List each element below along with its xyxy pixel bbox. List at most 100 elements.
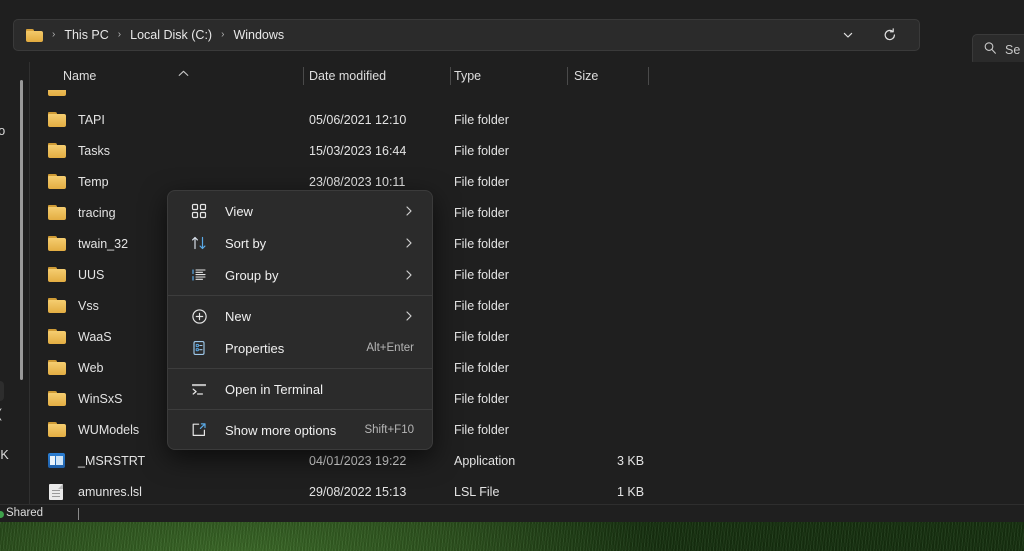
folder-icon xyxy=(48,174,67,190)
cell-type: File folder xyxy=(454,361,509,375)
cell-name: tracing xyxy=(78,206,116,220)
menu-item-shortcut: Shift+F10 xyxy=(364,424,414,436)
column-header-date-modified[interactable]: Date modified xyxy=(309,69,386,83)
table-row[interactable]: _MSRSTRT 04/01/2023 19:22 Application 3 … xyxy=(30,446,1024,477)
chevron-down-icon[interactable] xyxy=(833,20,863,50)
cell-name: Web xyxy=(78,361,103,375)
table-row[interactable]: amunres.lsl 29/08/2022 15:13 LSL File 1 … xyxy=(30,477,1024,504)
column-header-name[interactable]: Name xyxy=(63,69,96,83)
cell-name: TAPI xyxy=(78,113,105,127)
menu-item-show-more-options[interactable]: Show more options Shift+F10 xyxy=(172,414,428,446)
cell-date: 29/08/2022 15:13 xyxy=(309,485,406,499)
chevron-right-icon xyxy=(404,237,414,249)
refresh-icon[interactable] xyxy=(875,20,905,50)
nav-item-fragment-paren[interactable]: ) ( xyxy=(0,407,2,421)
status-text: Shared xyxy=(6,507,43,519)
cell-size: 3 KB xyxy=(617,454,644,468)
cell-type: File folder xyxy=(454,175,509,189)
cell-type: File folder xyxy=(454,423,509,437)
cell-type: File folder xyxy=(454,299,509,313)
cell-date: 15/03/2023 16:44 xyxy=(309,144,406,158)
folder-icon xyxy=(48,90,67,97)
chevron-right-icon xyxy=(404,269,414,281)
cell-name: _MSRSTRT xyxy=(78,454,145,468)
folder-icon xyxy=(48,360,67,376)
folder-icon xyxy=(48,391,67,407)
column-divider[interactable] xyxy=(567,67,568,85)
menu-item-open-in-terminal[interactable]: Open in Terminal xyxy=(172,373,428,405)
menu-separator xyxy=(168,409,432,410)
table-row[interactable]: Tasks 15/03/2023 16:44 File folder xyxy=(30,136,1024,167)
search-icon xyxy=(983,41,997,60)
folder-icon xyxy=(48,236,67,252)
group-list-icon xyxy=(189,265,209,285)
sort-ascending-icon xyxy=(178,70,189,80)
nav-item-fragment-drive[interactable]: :) xyxy=(0,381,4,401)
cell-type: File folder xyxy=(454,144,509,158)
table-row[interactable]: TAPI 05/06/2021 12:10 File folder xyxy=(30,105,1024,136)
cell-type: File folder xyxy=(454,237,509,251)
menu-separator xyxy=(168,368,432,369)
cell-name: twain_32 xyxy=(78,237,128,251)
search-placeholder: Se xyxy=(1005,43,1020,57)
column-header-size[interactable]: Size xyxy=(574,69,598,83)
nav-item-fragment-sk[interactable]: SK xyxy=(0,448,9,462)
status-bar: Shared xyxy=(0,504,1024,522)
folder-icon xyxy=(48,329,67,345)
breadcrumb-item-local-disk-c[interactable]: Local Disk (C:) xyxy=(128,20,214,50)
navigation-pane[interactable]: so :) ) ( SK xyxy=(0,62,22,514)
menu-item-label: View xyxy=(225,204,253,219)
cell-name: WUModels xyxy=(78,423,139,437)
sort-arrows-icon xyxy=(189,233,209,253)
menu-item-group-by[interactable]: Group by xyxy=(172,259,428,291)
folder-icon xyxy=(48,267,67,283)
menu-item-properties[interactable]: Properties Alt+Enter xyxy=(172,332,428,364)
application-icon xyxy=(48,453,67,469)
navigation-pane-scrollbar[interactable] xyxy=(20,80,23,380)
column-header-type[interactable]: Type xyxy=(454,69,481,83)
column-divider[interactable] xyxy=(303,67,304,85)
menu-item-label: Open in Terminal xyxy=(225,382,323,397)
cell-name: amunres.lsl xyxy=(78,485,142,499)
breadcrumb-item-windows[interactable]: Windows xyxy=(231,20,286,50)
cell-type: File folder xyxy=(454,330,509,344)
cell-name: UUS xyxy=(78,268,104,282)
folder-icon xyxy=(48,143,67,159)
cell-name: Vss xyxy=(78,299,99,313)
cell-date: 23/08/2023 10:11 xyxy=(309,175,405,189)
show-more-options-icon xyxy=(189,420,209,440)
column-divider[interactable] xyxy=(648,67,649,85)
chevron-right-icon xyxy=(404,310,414,322)
menu-item-sort-by[interactable]: Sort by xyxy=(172,227,428,259)
shared-status-indicator xyxy=(0,511,4,518)
cell-type: Application xyxy=(454,454,515,468)
plus-circle-icon xyxy=(189,306,209,326)
nav-item-fragment-so[interactable]: so xyxy=(0,124,5,138)
document-icon xyxy=(48,484,67,500)
cell-type: File folder xyxy=(454,206,509,220)
chevron-right-icon xyxy=(404,205,414,217)
table-row[interactable] xyxy=(30,90,1024,105)
cell-date: 04/01/2023 19:22 xyxy=(309,454,406,468)
properties-icon xyxy=(189,338,209,358)
menu-item-view[interactable]: View xyxy=(172,195,428,227)
file-explorer-window: › This PC › Local Disk (C:) › Windows xyxy=(0,0,1024,522)
cell-type: File folder xyxy=(454,392,509,406)
address-bar: › This PC › Local Disk (C:) › Windows xyxy=(0,15,1024,56)
wallpaper-texture xyxy=(0,522,1024,551)
cell-type: File folder xyxy=(454,268,509,282)
column-divider[interactable] xyxy=(450,67,451,85)
breadcrumb-bar[interactable]: › This PC › Local Disk (C:) › Windows xyxy=(13,19,920,51)
cell-size: 1 KB xyxy=(617,485,644,499)
grid-view-icon xyxy=(189,201,209,221)
cell-name: WaaS xyxy=(78,330,112,344)
cell-date: 05/06/2021 12:10 xyxy=(309,113,406,127)
terminal-icon xyxy=(189,379,209,399)
menu-item-new[interactable]: New xyxy=(172,300,428,332)
menu-item-label: Sort by xyxy=(225,236,266,251)
breadcrumb-item-this-pc[interactable]: This PC xyxy=(62,20,110,50)
folder-icon xyxy=(26,28,43,42)
context-menu[interactable]: View Sort by xyxy=(167,190,433,450)
folder-icon xyxy=(48,422,67,438)
menu-item-label: Show more options xyxy=(225,423,336,438)
